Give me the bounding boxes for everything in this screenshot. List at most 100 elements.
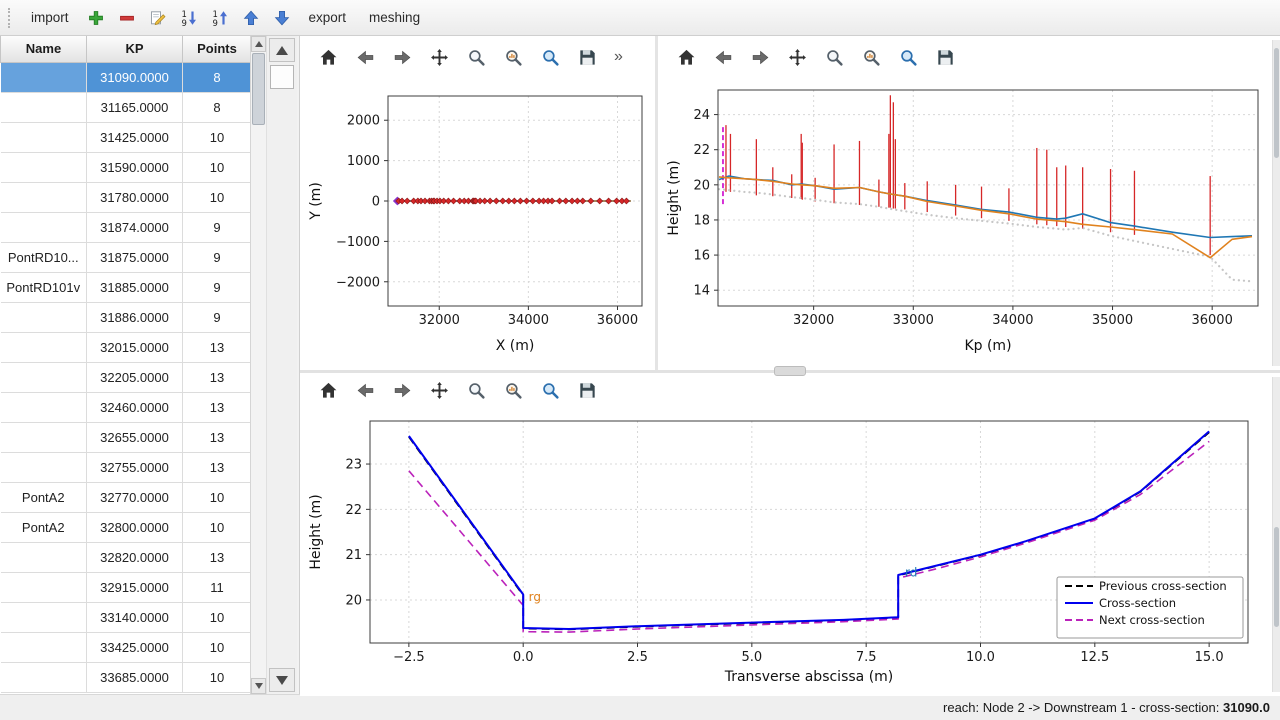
mpl-subplots-button[interactable] xyxy=(499,43,527,71)
top-plots-row: » 320003400036000200010000−1000−2000X (m… xyxy=(300,36,1280,370)
move-down-button[interactable] xyxy=(268,4,296,32)
secondary-scrollbar-track[interactable] xyxy=(268,63,296,667)
mpl-save-button[interactable] xyxy=(573,376,601,404)
mpl-forward-button[interactable] xyxy=(746,43,774,71)
table-scroll-down-button[interactable] xyxy=(251,678,266,694)
mpl-home-button[interactable] xyxy=(314,376,342,404)
mpl-customize-button[interactable] xyxy=(536,376,564,404)
table-row[interactable]: 31780.000010 xyxy=(1,182,252,212)
import-button[interactable]: import xyxy=(21,6,79,29)
mpl-back-button[interactable] xyxy=(351,376,379,404)
secondary-scroll-up-button[interactable] xyxy=(269,38,295,62)
table-scroll-up-button[interactable] xyxy=(251,36,266,52)
name-cell xyxy=(1,182,87,212)
plan-chart-canvas[interactable]: 320003400036000200010000−1000−2000X (m)Y… xyxy=(304,74,654,362)
cross-section-edge-scrollbar-thumb[interactable] xyxy=(1274,527,1279,627)
splitter-handle[interactable] xyxy=(774,366,806,376)
table-row[interactable]: 32015.000013 xyxy=(1,332,252,362)
table-row[interactable]: 31165.00008 xyxy=(1,92,252,122)
table-row[interactable]: PontRD10...31875.00009 xyxy=(1,242,252,272)
table-row[interactable]: 31090.00008 xyxy=(1,62,252,92)
points-cell: 10 xyxy=(183,632,252,662)
sort-descending-button[interactable]: 19 xyxy=(175,4,203,32)
table-row[interactable]: 33140.000010 xyxy=(1,602,252,632)
mpl-pan-button[interactable] xyxy=(783,43,811,71)
mpl-subplots-button[interactable] xyxy=(499,376,527,404)
table-row[interactable]: PontA232800.000010 xyxy=(1,512,252,542)
table-row[interactable]: 31874.00009 xyxy=(1,212,252,242)
svg-text:20: 20 xyxy=(345,593,362,608)
mpl-home-button[interactable] xyxy=(314,43,342,71)
name-cell xyxy=(1,392,87,422)
mpl-pan-button[interactable] xyxy=(425,376,453,404)
mpl-back-button[interactable] xyxy=(351,43,379,71)
points-cell: 9 xyxy=(183,272,252,302)
table-row[interactable]: 32915.000011 xyxy=(1,572,252,602)
points-cell: 10 xyxy=(183,662,252,692)
mpl-save-button[interactable] xyxy=(931,43,959,71)
export-button[interactable]: export xyxy=(299,6,357,29)
mpl-subplots-button[interactable] xyxy=(857,43,885,71)
toolbar-grip[interactable] xyxy=(8,8,13,28)
svg-text:2000: 2000 xyxy=(347,114,380,129)
table-scrollbar-track[interactable] xyxy=(251,52,266,678)
table-row[interactable]: 32755.000013 xyxy=(1,452,252,482)
table-row[interactable]: 33685.000010 xyxy=(1,662,252,692)
column-header-points[interactable]: Points xyxy=(183,36,252,62)
points-cell: 11 xyxy=(183,572,252,602)
move-up-button[interactable] xyxy=(237,4,265,32)
table-row[interactable]: PontRD101v31885.00009 xyxy=(1,272,252,302)
column-header-kp[interactable]: KP xyxy=(87,36,183,62)
longitudinal-profile-panel: 3200033000340003500036000141618202224Kp … xyxy=(658,36,1280,370)
mpl-forward-button[interactable] xyxy=(388,43,416,71)
table-row[interactable]: 33425.000010 xyxy=(1,632,252,662)
kp-cell: 32820.0000 xyxy=(87,542,183,572)
cross-section-chart-canvas[interactable]: −2.50.02.55.07.510.012.515.020212223rgrd… xyxy=(304,407,1264,693)
sort-ascending-button[interactable]: 19 xyxy=(206,4,234,32)
table-row[interactable]: PontA232770.000010 xyxy=(1,482,252,512)
table-row[interactable]: 32460.000013 xyxy=(1,392,252,422)
mpl-customize-button[interactable] xyxy=(536,43,564,71)
meshing-button[interactable]: meshing xyxy=(359,6,430,29)
svg-text:Transverse abscissa (m): Transverse abscissa (m) xyxy=(724,669,894,685)
plan-toolbar: » xyxy=(304,40,655,74)
table-row[interactable]: 31590.000010 xyxy=(1,152,252,182)
cross-section-list-panel: Name KP Points 31090.0000831165.00008314… xyxy=(0,36,300,694)
arrow-left-icon xyxy=(356,381,375,400)
toolbar-overflow-button[interactable]: » xyxy=(614,48,623,66)
table-scrollbar-thumb[interactable] xyxy=(252,53,265,125)
mpl-zoom-button[interactable] xyxy=(462,43,490,71)
profile-chart-canvas[interactable]: 3200033000340003500036000141618202224Kp … xyxy=(662,74,1272,362)
table-row[interactable]: 32820.000013 xyxy=(1,542,252,572)
edit-cross-section-button[interactable] xyxy=(144,4,172,32)
name-cell xyxy=(1,62,87,92)
remove-cross-section-button[interactable] xyxy=(113,4,141,32)
status-text: reach: Node 2 -> Downstream 1 - cross-se… xyxy=(943,700,1223,715)
mpl-zoom-button[interactable] xyxy=(820,43,848,71)
mpl-back-button[interactable] xyxy=(709,43,737,71)
table-row[interactable]: 31886.00009 xyxy=(1,302,252,332)
cross-section-edge-scrollbar[interactable] xyxy=(1272,377,1280,692)
move-icon xyxy=(788,48,807,67)
mpl-pan-button[interactable] xyxy=(425,43,453,71)
mpl-home-button[interactable] xyxy=(672,43,700,71)
home-icon xyxy=(319,48,338,67)
table-row[interactable]: 31425.000010 xyxy=(1,122,252,152)
name-cell: PontA2 xyxy=(1,512,87,542)
mpl-save-button[interactable] xyxy=(573,43,601,71)
svg-text:2.5: 2.5 xyxy=(627,650,648,665)
mpl-zoom-button[interactable] xyxy=(462,376,490,404)
table-row[interactable]: 32205.000013 xyxy=(1,362,252,392)
points-cell: 13 xyxy=(183,542,252,572)
profile-edge-scrollbar-thumb[interactable] xyxy=(1274,48,1279,158)
secondary-scrollbar-thumb[interactable] xyxy=(270,65,294,89)
mpl-customize-button[interactable] xyxy=(894,43,922,71)
name-cell xyxy=(1,422,87,452)
profile-edge-scrollbar[interactable] xyxy=(1272,40,1280,366)
add-cross-section-button[interactable] xyxy=(82,4,110,32)
column-header-name[interactable]: Name xyxy=(1,36,87,62)
table-row[interactable]: 32655.000013 xyxy=(1,422,252,452)
svg-text:9: 9 xyxy=(181,19,186,27)
mpl-forward-button[interactable] xyxy=(388,376,416,404)
secondary-scroll-down-button[interactable] xyxy=(269,668,295,692)
